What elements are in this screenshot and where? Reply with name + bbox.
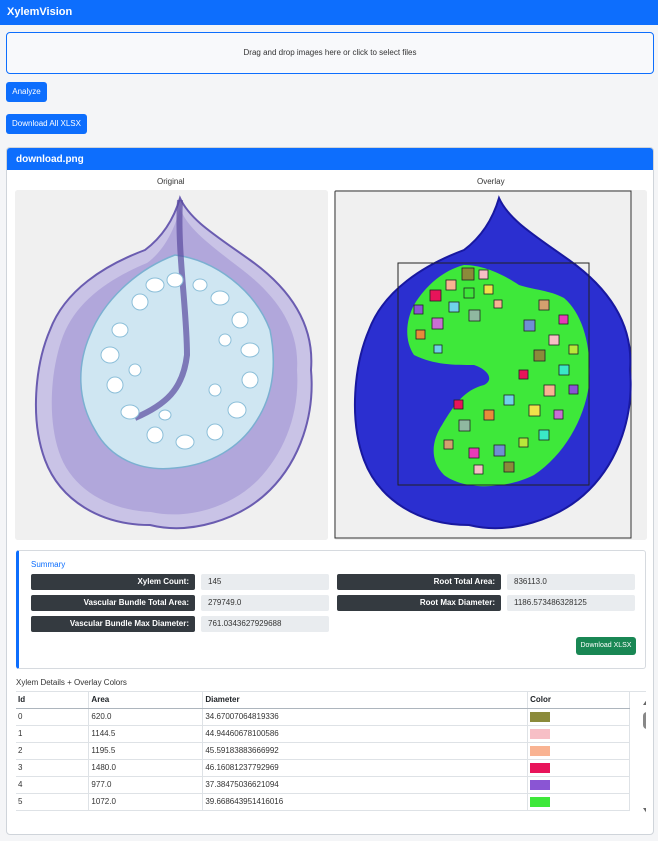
table-row: 2 1195.5 45.59183883666992 — [16, 742, 630, 760]
table-header-row: Id Area Diameter Color — [16, 692, 630, 709]
vb-max-diameter-value: 761.0343627929688 — [201, 616, 329, 632]
col-header-color[interactable]: Color — [527, 692, 630, 709]
cell-area: 1480.0 — [88, 759, 204, 777]
cell-id: 1 — [16, 725, 90, 743]
cell-diameter: 44.94460678100586 — [202, 725, 529, 743]
overlay-image — [334, 190, 647, 540]
color-swatch — [530, 796, 551, 807]
table-scrollbar[interactable] — [640, 692, 646, 821]
cell-id: 3 — [16, 759, 90, 777]
cell-id: 4 — [16, 776, 90, 794]
root-max-diameter-value: 1186.573486328125 — [507, 595, 635, 611]
cell-color — [527, 776, 630, 794]
color-swatch — [530, 745, 551, 756]
table-row: 1 1144.5 44.94460678100586 — [16, 725, 630, 743]
cell-diameter: 37.38475036621094 — [202, 776, 529, 794]
color-swatch — [530, 728, 551, 739]
table-row: 0 620.0 34.67007064819336 — [16, 708, 630, 726]
analyze-button[interactable]: Analyze — [6, 82, 47, 102]
result-filename: download.png — [7, 148, 653, 170]
cell-diameter: 39.668643951416016 — [202, 793, 529, 811]
overlay-label: Overlay — [477, 177, 505, 186]
details-title: Xylem Details + Overlay Colors — [16, 678, 127, 687]
vb-total-area-label: Vascular Bundle Total Area: — [31, 595, 195, 611]
root-max-diameter-label: Root Max Diameter: — [337, 595, 501, 611]
result-card: download.png Original Overlay Summary Xy… — [6, 147, 654, 835]
cell-area: 620.0 — [88, 708, 204, 726]
scroll-down-arrow-icon[interactable] — [643, 808, 646, 815]
original-image — [15, 190, 328, 540]
vb-max-diameter-label: Vascular Bundle Max Diameter: — [31, 616, 195, 632]
download-xlsx-button[interactable]: Download XLSX — [576, 637, 636, 655]
app-title: XylemVision — [7, 6, 73, 18]
cell-diameter: 34.67007064819336 — [202, 708, 529, 726]
table-row: 5 1072.0 39.668643951416016 — [16, 793, 630, 811]
root-total-area-label: Root Total Area: — [337, 574, 501, 590]
vb-total-area-value: 279749.0 — [201, 595, 329, 611]
col-header-id[interactable]: Id — [16, 692, 90, 709]
cell-id: 2 — [16, 742, 90, 760]
cell-area: 977.0 — [88, 776, 204, 794]
cell-color — [527, 793, 630, 811]
color-swatch — [530, 762, 551, 773]
scroll-up-arrow-icon[interactable] — [643, 698, 646, 705]
download-all-xlsx-button[interactable]: Download All XLSX — [6, 114, 87, 134]
cell-id: 0 — [16, 708, 90, 726]
xylem-count-label: Xylem Count: — [31, 574, 195, 590]
scroll-thumb[interactable] — [643, 712, 646, 729]
summary-title: Summary — [31, 560, 66, 569]
xylem-count-value: 145 — [201, 574, 329, 590]
root-total-area-value: 836113.0 — [507, 574, 635, 590]
color-swatch — [530, 779, 551, 790]
image-dropzone[interactable]: Drag and drop images here or click to se… — [6, 32, 654, 74]
cell-color — [527, 742, 630, 760]
cell-area: 1195.5 — [88, 742, 204, 760]
color-swatch — [530, 711, 551, 722]
original-label: Original — [157, 177, 185, 186]
cell-area: 1144.5 — [88, 725, 204, 743]
xylem-details-table[interactable]: Id Area Diameter Color 0 620.0 34.67007064… — [16, 691, 646, 821]
cell-id: 5 — [16, 793, 90, 811]
cell-diameter: 45.59183883666992 — [202, 742, 529, 760]
cell-color — [527, 708, 630, 726]
cell-color — [527, 725, 630, 743]
cell-area: 1072.0 — [88, 793, 204, 811]
table-row: 3 1480.0 46.16081237792969 — [16, 759, 630, 777]
summary-panel: Summary Xylem Count: 145 Root Total Area… — [16, 550, 646, 669]
app-navbar: XylemVision — [0, 0, 658, 25]
cell-color — [527, 759, 630, 777]
table-row: 4 977.0 37.38475036621094 — [16, 776, 630, 794]
col-header-area[interactable]: Area — [88, 692, 204, 709]
col-header-diameter[interactable]: Diameter — [202, 692, 529, 709]
details-table: Id Area Diameter Color 0 620.0 34.67007064… — [16, 692, 630, 811]
cell-diameter: 46.16081237792969 — [202, 759, 529, 777]
dropzone-text: Drag and drop images here or click to se… — [243, 48, 417, 57]
